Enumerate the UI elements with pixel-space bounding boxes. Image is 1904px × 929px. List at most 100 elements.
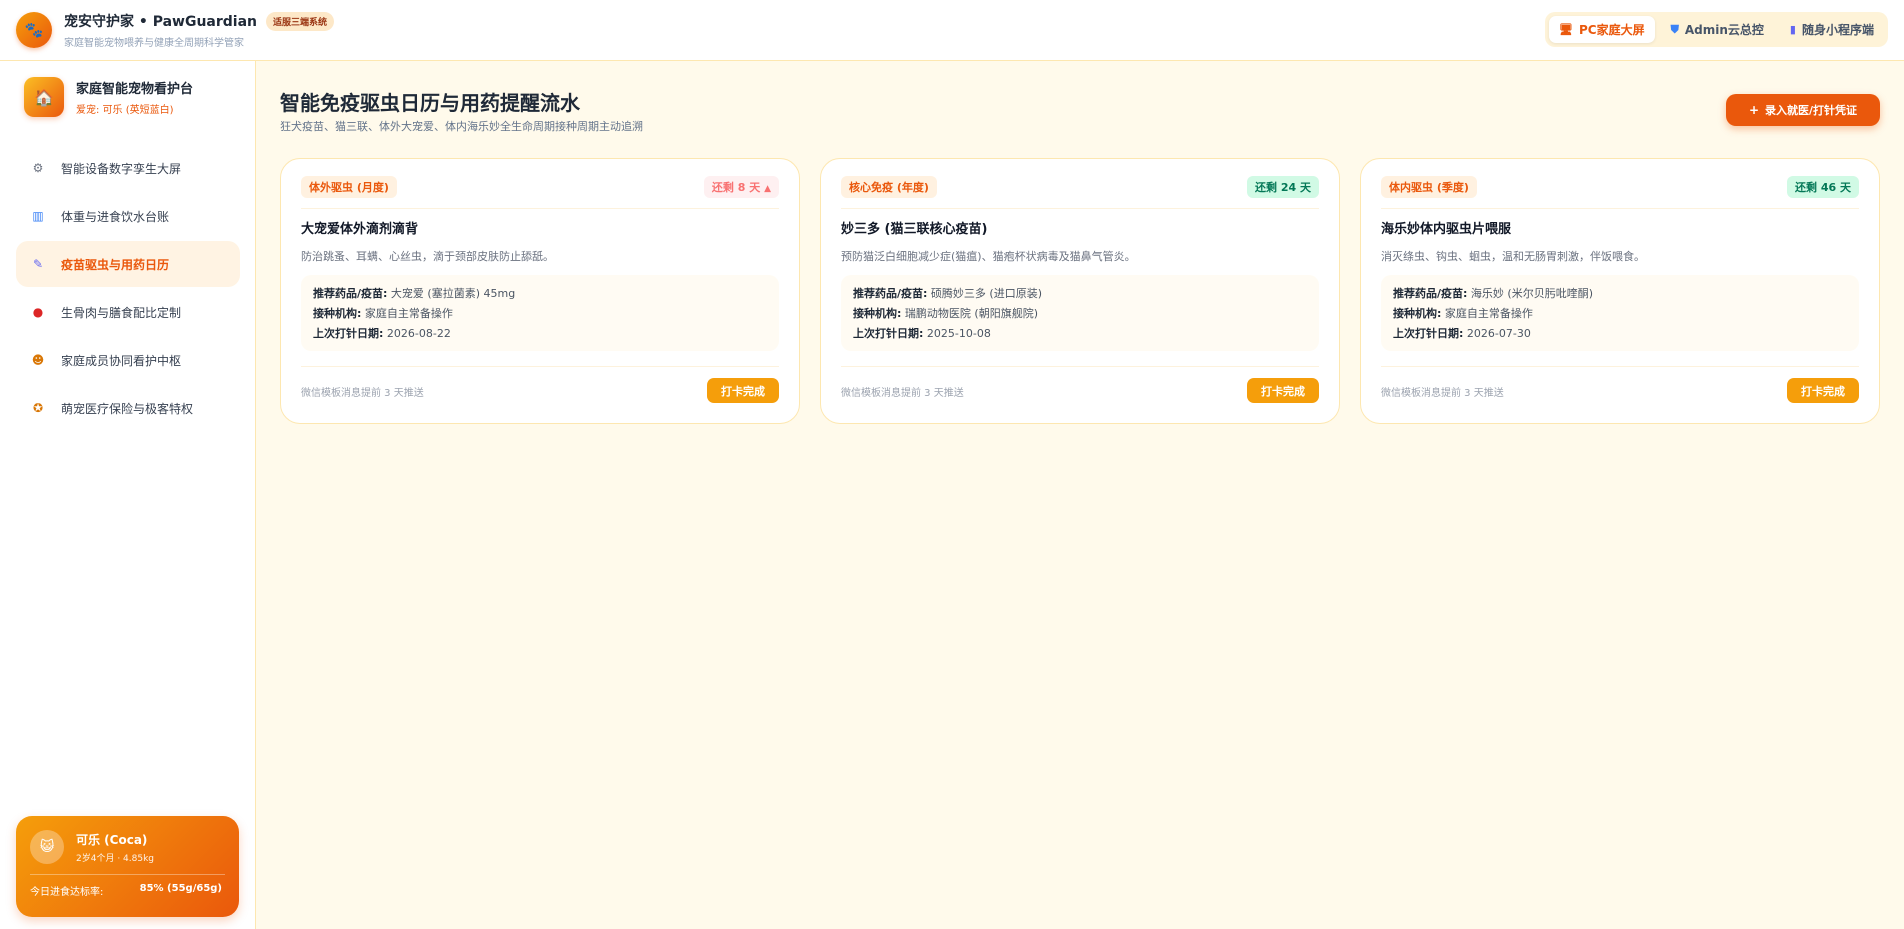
treatment-name: 海乐妙体内驱虫片喂服 <box>1381 222 1512 237</box>
drug-label: 推荐药品/疫苗: <box>1393 287 1468 300</box>
view-switcher: 🖥 PC家庭大屏 ⛊ Admin云总控 ▮ 随身小程序端 <box>1545 12 1888 47</box>
drug-label: 推荐药品/疫苗: <box>853 287 928 300</box>
sidebar-item-label: 萌宠医疗保险与极客特权 <box>61 401 194 416</box>
add-record-button[interactable]: + 录入就医/打针凭证 <box>1726 94 1880 126</box>
divider <box>841 208 1319 209</box>
check-in-button[interactable]: 打卡完成 <box>1247 378 1319 403</box>
family-icon: ☻ <box>31 353 45 367</box>
countdown-badge: 还剩 46 天 <box>1787 176 1859 198</box>
org-value: 瑞鹏动物医院 (朝阳旗舰院) <box>904 307 1038 320</box>
pet-name: 可乐 (Coca) <box>76 832 148 847</box>
sidebar-item-device-twin[interactable]: ⚙ 智能设备数字孪生大屏 <box>16 145 240 191</box>
view-mini-label: 随身小程序端 <box>1801 23 1874 37</box>
divider <box>301 208 779 209</box>
page-title: 智能免疫驱虫日历与用药提醒流水 <box>280 91 580 115</box>
alert-icon: ▲ <box>764 184 771 194</box>
divider <box>1381 366 1859 367</box>
hub-header: 🏠 家庭智能宠物看护台 爱宠: 可乐 (英短蓝白) <box>24 77 193 117</box>
countdown-text: 还剩 8 天 <box>711 181 761 194</box>
pet-meta: 2岁4个月 · 4.85kg <box>76 853 154 864</box>
push-note: 微信模板消息提前 3 天推送 <box>1381 388 1504 399</box>
reminder-card: 核心免疫 (年度) 还剩 24 天 妙三多 (猫三联核心疫苗) 预防猫泛白细胞减… <box>820 158 1340 424</box>
date-value: 2025-10-08 <box>926 327 991 340</box>
view-admin-label: Admin云总控 <box>1684 23 1764 37</box>
org-label: 接种机构: <box>313 307 362 320</box>
divider <box>841 366 1319 367</box>
plus-icon: + <box>1748 103 1760 117</box>
app-subtitle: 家庭智能宠物喂养与健康全周期科学管家 <box>64 38 244 49</box>
drug-value: 海乐妙 (米尔贝肟吡喹酮) <box>1470 287 1594 300</box>
sidebar-item-label: 家庭成员协同看护中枢 <box>61 353 182 368</box>
top-header: 🐾 宠安守护家 • PawGuardian 适服三端系统 家庭智能宠物喂养与健康… <box>0 0 1904 61</box>
view-pc-button[interactable]: 🖥 PC家庭大屏 <box>1549 16 1655 43</box>
org-label: 接种机构: <box>853 307 902 320</box>
main-content: 智能免疫驱虫日历与用药提醒流水 狂犬疫苗、猫三联、体外大宠爱、体内海乐妙全生命周… <box>256 61 1904 929</box>
sidebar-item-family[interactable]: ☻ 家庭成员协同看护中枢 <box>16 337 240 383</box>
pet-summary-card[interactable]: 😺 可乐 (Coca) 2岁4个月 · 4.85kg 今日进食达标率: 85% … <box>16 816 239 917</box>
paw-icon: 🐾 <box>16 12 52 48</box>
sidebar-item-weight-ledger[interactable]: ▥ 体重与进食饮水台账 <box>16 193 240 239</box>
brand: 宠安守护家 • PawGuardian 适服三端系统 家庭智能宠物喂养与健康全周… <box>64 11 335 49</box>
sidebar-item-insurance[interactable]: ✪ 萌宠医疗保险与极客特权 <box>16 385 240 431</box>
date-value: 2026-07-30 <box>1466 327 1531 340</box>
page-subtitle: 狂犬疫苗、猫三联、体外大宠爱、体内海乐妙全生命周期接种周期主动追溯 <box>280 120 643 133</box>
sidebar: 🏠 家庭智能宠物看护台 爱宠: 可乐 (英短蓝白) ⚙ 智能设备数字孪生大屏 ▥… <box>0 61 256 929</box>
category-tag: 体内驱虫 (季度) <box>1381 176 1477 198</box>
reminder-card: 体内驱虫 (季度) 还剩 46 天 海乐妙体内驱虫片喂服 消灭绦虫、钩虫、蛔虫，… <box>1360 158 1880 424</box>
push-note: 微信模板消息提前 3 天推送 <box>301 388 424 399</box>
treatment-details: 推荐药品/疫苗: 大宠爱 (塞拉菌素) 45mg 接种机构: 家庭自主常备操作 … <box>301 275 779 351</box>
bar-chart-icon: ▥ <box>32 209 44 223</box>
org-value: 家庭自主常备操作 <box>364 307 453 320</box>
check-in-button[interactable]: 打卡完成 <box>1787 378 1859 403</box>
avatar: 😺 <box>30 830 64 864</box>
drug-value: 大宠爱 (塞拉菌素) 45mg <box>390 287 516 300</box>
view-mini-button[interactable]: ▮ 随身小程序端 <box>1780 16 1884 43</box>
countdown-badge: 还剩 8 天 ▲ <box>703 176 779 198</box>
check-in-button[interactable]: 打卡完成 <box>707 378 779 403</box>
sidebar-item-vaccine-calendar[interactable]: ✎ 疫苗驱虫与用药日历 <box>16 241 240 287</box>
phone-icon: ▮ <box>1789 23 1796 36</box>
org-value: 家庭自主常备操作 <box>1444 307 1533 320</box>
hub-title: 家庭智能宠物看护台 <box>76 82 194 97</box>
push-note: 微信模板消息提前 3 天推送 <box>841 388 964 399</box>
drug-value: 硕腾妙三多 (进口原装) <box>930 287 1043 300</box>
sidebar-item-label: 体重与进食饮水台账 <box>61 209 170 224</box>
syringe-icon: ✎ <box>32 257 44 271</box>
divider <box>30 874 225 875</box>
app-title: 宠安守护家 • PawGuardian <box>64 14 258 30</box>
treatment-description: 防治跳蚤、耳螨、心丝虫，滴于颈部皮肤防止舔舐。 <box>301 250 554 263</box>
view-admin-button[interactable]: ⛊ Admin云总控 <box>1661 16 1774 43</box>
treatment-description: 预防猫泛白细胞减少症(猫瘟)、猫疱杯状病毒及猫鼻气管炎。 <box>841 250 1136 263</box>
category-tag: 核心免疫 (年度) <box>841 176 937 198</box>
home-icon: 🏠 <box>24 77 64 117</box>
monitor-icon: 🖥 <box>1559 23 1574 36</box>
add-record-label: 录入就医/打针凭证 <box>1765 104 1858 117</box>
treatment-name: 妙三多 (猫三联核心疫苗) <box>841 222 988 237</box>
treatment-details: 推荐药品/疫苗: 硕腾妙三多 (进口原装) 接种机构: 瑞鹏动物医院 (朝阳旗舰… <box>841 275 1319 351</box>
date-label: 上次打针日期: <box>853 327 924 340</box>
category-tag: 体外驱虫 (月度) <box>301 176 397 198</box>
sidebar-item-label: 智能设备数字孪生大屏 <box>61 161 182 176</box>
meat-icon: ● <box>32 305 44 319</box>
system-badge: 适服三端系统 <box>266 11 335 31</box>
treatment-details: 推荐药品/疫苗: 海乐妙 (米尔贝肟吡喹酮) 接种机构: 家庭自主常备操作 上次… <box>1381 275 1859 351</box>
view-pc-label: PC家庭大屏 <box>1579 23 1645 37</box>
feeding-rate-label: 今日进食达标率: <box>30 887 104 898</box>
date-label: 上次打针日期: <box>313 327 384 340</box>
shield-icon: ⛊ <box>1670 22 1679 36</box>
treatment-name: 大宠爱体外滴剂滴背 <box>301 222 419 237</box>
divider <box>1381 208 1859 209</box>
medal-icon: ✪ <box>32 401 44 415</box>
countdown-badge: 还剩 24 天 <box>1247 176 1319 198</box>
sidebar-item-label: 生骨肉与膳食配比定制 <box>61 305 182 320</box>
reminder-card: 体外驱虫 (月度) 还剩 8 天 ▲ 大宠爱体外滴剂滴背 防治跳蚤、耳螨、心丝虫… <box>280 158 800 424</box>
sidebar-item-label: 疫苗驱虫与用药日历 <box>61 257 170 272</box>
org-label: 接种机构: <box>1393 307 1442 320</box>
device-icon: ⚙ <box>32 161 44 175</box>
date-label: 上次打针日期: <box>1393 327 1464 340</box>
feeding-rate-value: 85% (55g/65g) <box>139 883 222 894</box>
hub-pet-label: 爱宠: 可乐 (英短蓝白) <box>76 105 174 116</box>
treatment-description: 消灭绦虫、钩虫、蛔虫，温和无肠胃刺激，伴饭喂食。 <box>1381 250 1645 263</box>
sidebar-item-diet[interactable]: ● 生骨肉与膳食配比定制 <box>16 289 240 335</box>
date-value: 2026-08-22 <box>386 327 451 340</box>
